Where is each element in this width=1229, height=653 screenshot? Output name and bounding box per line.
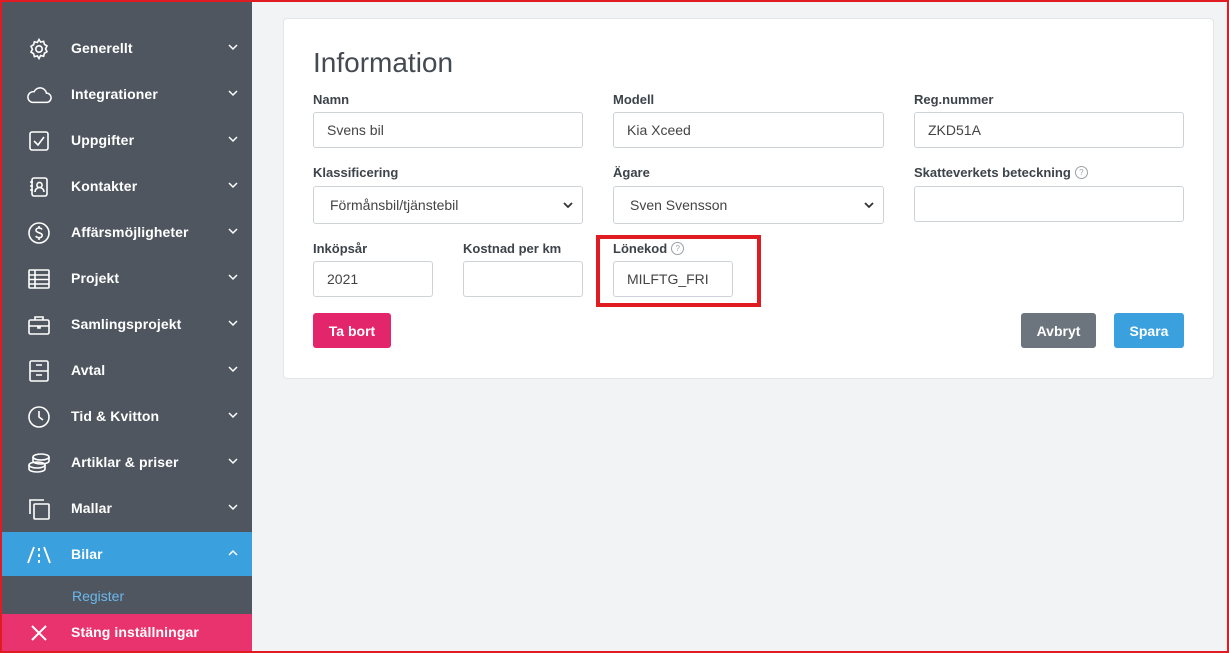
contact-card-icon <box>26 175 52 199</box>
name-field[interactable]: Svens bil <box>313 112 583 148</box>
save-button[interactable]: Spara <box>1114 313 1184 348</box>
chevron-down-icon <box>228 364 238 374</box>
sidebar-item-integrationer[interactable]: Integrationer <box>2 72 252 118</box>
tax-designation-text: Skatteverkets beteckning <box>914 165 1071 180</box>
close-settings-label: Stäng inställningar <box>71 624 199 640</box>
sidebar-item-affarsmojligheter[interactable]: Affärsmöjligheter <box>2 210 252 256</box>
chevron-down-icon <box>228 134 238 144</box>
name-label: Namn <box>313 92 350 107</box>
chevron-up-icon <box>228 548 238 558</box>
chevron-down-icon <box>228 502 238 512</box>
reg-number-field[interactable]: ZKD51A <box>914 112 1184 148</box>
sidebar-item-label: Avtal <box>71 362 106 378</box>
purchase-year-field[interactable]: 2021 <box>313 261 433 297</box>
close-icon <box>26 621 52 645</box>
briefcase-icon <box>26 313 52 337</box>
chevron-down-icon <box>228 272 238 282</box>
sidebar-subitem-label: Register <box>72 588 125 604</box>
page-title: Information <box>313 47 454 78</box>
sidebar-subitem-register[interactable]: Register <box>2 576 252 614</box>
sidebar-item-kontakter[interactable]: Kontakter <box>2 164 252 210</box>
coins-icon <box>26 451 52 475</box>
sidebar-item-label: Projekt <box>71 270 120 286</box>
purchase-year-label: Inköpsår <box>313 241 368 256</box>
sidebar-item-uppgifter[interactable]: Uppgifter <box>2 118 252 164</box>
sidebar-item-bilar[interactable]: Bilar <box>2 532 252 576</box>
chevron-down-icon <box>228 42 238 52</box>
sidebar: Generellt Integrationer Uppgifter Kontak… <box>2 2 252 651</box>
checkbox-icon <box>26 129 52 153</box>
owner-label: Ägare <box>613 165 650 180</box>
copy-icon <box>26 497 52 521</box>
chevron-down-icon <box>228 456 238 466</box>
sidebar-item-projekt[interactable]: Projekt <box>2 256 252 302</box>
cabinet-icon <box>26 359 52 383</box>
sidebar-item-label: Kontakter <box>71 178 138 194</box>
gear-icon <box>26 37 52 61</box>
chevron-down-icon <box>228 180 238 190</box>
cloud-icon <box>26 83 52 107</box>
sidebar-item-tid-kvitton[interactable]: Tid & Kvitton <box>2 394 252 440</box>
chevron-down-icon <box>228 226 238 236</box>
sidebar-item-samlingsprojekt[interactable]: Samlingsprojekt <box>2 302 252 348</box>
cost-per-km-field[interactable] <box>463 261 583 297</box>
sidebar-item-generellt[interactable]: Generellt <box>2 26 252 72</box>
sidebar-item-artiklar[interactable]: Artiklar & priser <box>2 440 252 486</box>
chevron-down-icon <box>863 199 875 211</box>
sidebar-item-label: Generellt <box>71 40 133 56</box>
table-icon <box>26 267 52 291</box>
chevron-down-icon <box>228 410 238 420</box>
tax-designation-field[interactable] <box>914 186 1184 222</box>
sidebar-item-label: Uppgifter <box>71 132 135 148</box>
sidebar-item-label: Affärsmöjligheter <box>71 224 189 240</box>
chevron-down-icon <box>228 88 238 98</box>
owner-select[interactable]: Sven Svensson <box>613 186 884 224</box>
model-field[interactable]: Kia Xceed <box>613 112 884 148</box>
sidebar-item-label: Samlingsprojekt <box>71 316 182 332</box>
road-icon <box>26 543 52 567</box>
model-label: Modell <box>613 92 655 107</box>
sidebar-item-label: Bilar <box>71 546 103 562</box>
tax-designation-label: Skatteverkets beteckning ? <box>914 165 1088 180</box>
sidebar-item-mallar[interactable]: Mallar <box>2 486 252 532</box>
close-settings-button[interactable]: Stäng inställningar <box>2 614 252 651</box>
owner-value: Sven Svensson <box>630 197 728 213</box>
delete-button[interactable]: Ta bort <box>313 313 391 348</box>
sidebar-item-label: Mallar <box>71 500 113 516</box>
chevron-down-icon <box>562 199 574 211</box>
dollar-icon <box>26 221 52 245</box>
reg-number-label: Reg.nummer <box>914 92 994 107</box>
sidebar-item-label: Artiklar & priser <box>71 454 179 470</box>
clock-icon <box>26 405 52 429</box>
cost-per-km-label: Kostnad per km <box>463 241 562 256</box>
classification-value: Förmånsbil/tjänstebil <box>330 197 459 213</box>
sidebar-item-label: Tid & Kvitton <box>71 408 160 424</box>
classification-select[interactable]: Förmånsbil/tjänstebil <box>313 186 583 224</box>
highlight-box <box>596 235 761 307</box>
chevron-down-icon <box>228 318 238 328</box>
sidebar-item-label: Integrationer <box>71 86 158 102</box>
help-icon[interactable]: ? <box>1074 166 1088 179</box>
cancel-button[interactable]: Avbryt <box>1021 313 1096 348</box>
sidebar-item-avtal[interactable]: Avtal <box>2 348 252 394</box>
classification-label: Klassificering <box>313 165 399 180</box>
